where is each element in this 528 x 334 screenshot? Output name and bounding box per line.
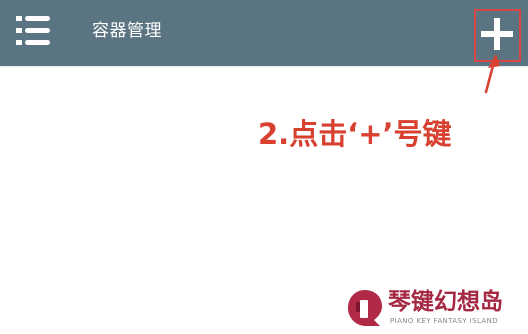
- watermark-subtitle: PIANO KEY FANTASY ISLAND: [390, 317, 499, 325]
- app-header: 容器管理: [0, 0, 528, 66]
- watermark-title: 琴键幻想岛: [388, 289, 503, 315]
- menu-button[interactable]: [12, 12, 54, 50]
- watermark: 琴键幻想岛 PIANO KEY FANTASY ISLAND: [330, 286, 528, 334]
- watermark-logo: [348, 290, 382, 326]
- instruction-text: 2.点击‘+’号键: [258, 117, 452, 151]
- add-button[interactable]: [474, 9, 521, 62]
- menu-icon: [16, 16, 50, 45]
- page-title: 容器管理: [92, 21, 162, 41]
- plus-icon: [481, 18, 513, 50]
